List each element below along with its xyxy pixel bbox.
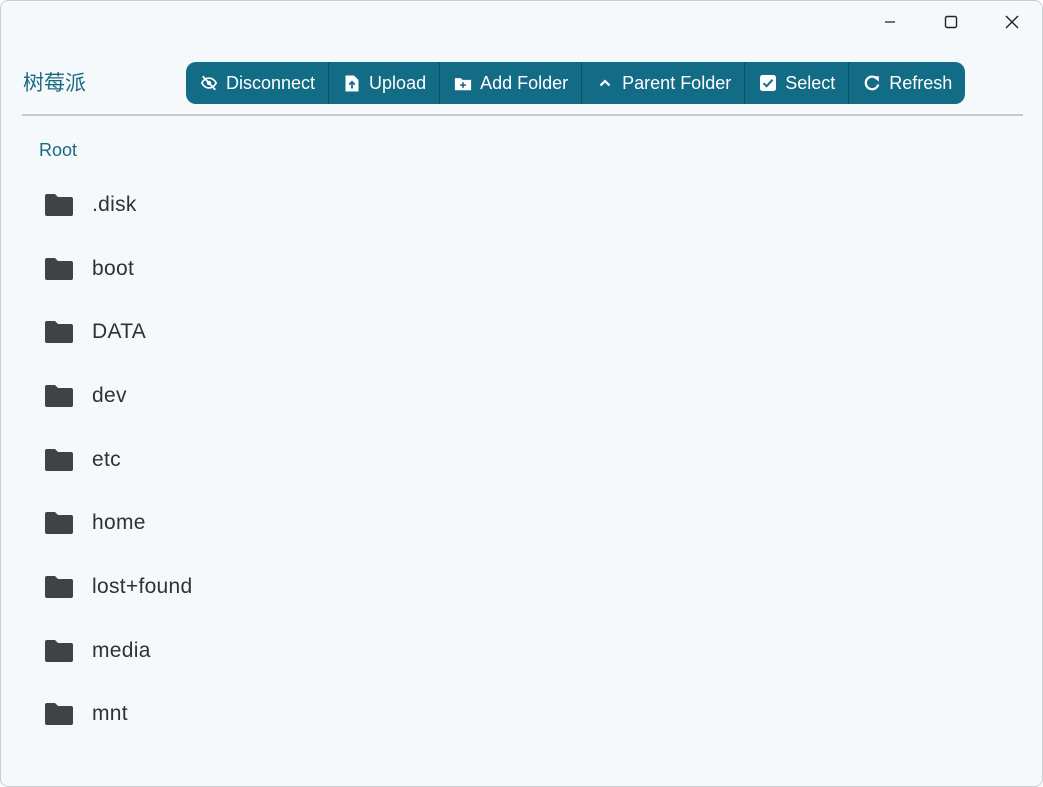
folder-name: home — [92, 511, 146, 535]
folder-icon — [45, 193, 73, 216]
folder-item[interactable]: home — [22, 491, 1023, 555]
add-folder-icon — [454, 74, 472, 92]
folder-icon — [45, 384, 73, 407]
select-button[interactable]: Select — [745, 62, 850, 104]
folder-icon — [45, 639, 73, 662]
folder-item[interactable]: .disk — [22, 173, 1023, 237]
folder-item[interactable]: dev — [22, 364, 1023, 428]
folder-name: .disk — [92, 192, 137, 216]
app-title: 树莓派 — [23, 71, 86, 95]
folder-name: boot — [92, 256, 135, 280]
close-icon — [1005, 15, 1019, 29]
parent-folder-button[interactable]: Parent Folder — [582, 62, 746, 104]
checkbox-icon — [759, 74, 777, 92]
folder-item[interactable]: etc — [22, 428, 1023, 492]
chevron-up-icon — [596, 74, 614, 92]
disconnect-label: Disconnect — [226, 72, 316, 93]
add-folder-button[interactable]: Add Folder — [440, 62, 583, 104]
folder-item[interactable]: DATA — [22, 300, 1023, 364]
folder-icon — [45, 575, 73, 598]
file-list: .disk boot DATA dev etc home lost+found … — [22, 173, 1023, 746]
folder-name: mnt — [92, 702, 128, 726]
app-window: 树莓派 Disconnect Upload Add Folder Parent … — [0, 0, 1043, 787]
folder-name: DATA — [92, 320, 147, 344]
disconnect-icon — [200, 74, 218, 92]
folder-item[interactable]: boot — [22, 237, 1023, 301]
folder-icon — [45, 512, 73, 535]
refresh-label: Refresh — [889, 72, 953, 93]
folder-item[interactable]: media — [22, 619, 1023, 683]
title-bar — [1, 1, 1042, 43]
upload-label: Upload — [369, 72, 427, 93]
select-label: Select — [785, 72, 836, 93]
folder-icon — [45, 703, 73, 726]
close-button[interactable] — [983, 1, 1041, 43]
disconnect-button[interactable]: Disconnect — [186, 62, 330, 104]
folder-icon — [45, 321, 73, 344]
upload-file-icon — [343, 74, 361, 92]
minimize-button[interactable] — [861, 1, 919, 43]
add-folder-label: Add Folder — [480, 72, 569, 93]
folder-name: dev — [92, 383, 127, 407]
upload-button[interactable]: Upload — [329, 62, 441, 104]
minimize-icon — [885, 21, 895, 23]
header-divider — [22, 114, 1023, 116]
folder-name: etc — [92, 447, 121, 471]
refresh-button[interactable]: Refresh — [849, 62, 965, 104]
folder-icon — [45, 448, 73, 471]
toolbar: Disconnect Upload Add Folder Parent Fold… — [186, 62, 966, 104]
parent-folder-label: Parent Folder — [622, 72, 732, 93]
maximize-button[interactable] — [922, 1, 980, 43]
folder-name: media — [92, 638, 151, 662]
folder-item[interactable]: mnt — [22, 683, 1023, 747]
refresh-icon — [863, 74, 881, 92]
breadcrumb[interactable]: Root — [39, 139, 77, 161]
folder-icon — [45, 257, 73, 280]
folder-name: lost+found — [92, 574, 193, 598]
folder-item[interactable]: lost+found — [22, 555, 1023, 619]
maximize-icon — [944, 15, 958, 29]
